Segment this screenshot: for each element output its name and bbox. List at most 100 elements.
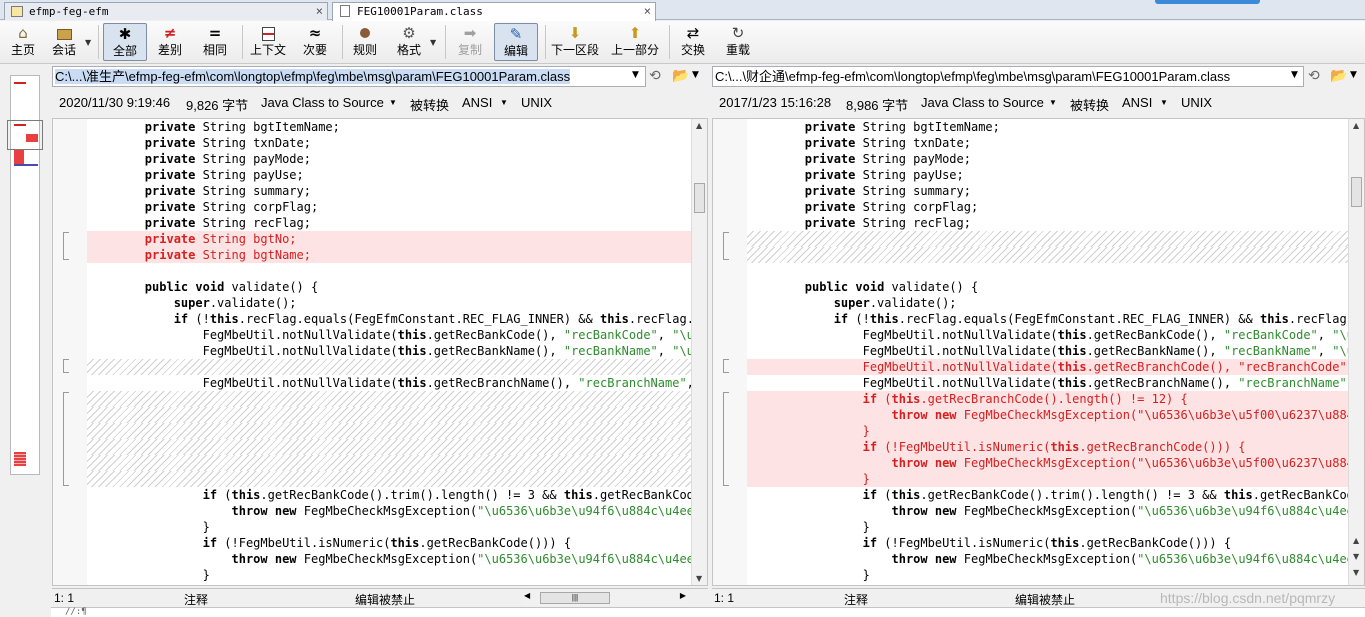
code-line-diff[interactable]: if (!FegMbeUtil.isNumeric(this.getRecBra… — [747, 439, 1348, 455]
left-code-area[interactable]: private String bgtItemName; private Stri… — [87, 119, 691, 585]
open-folder-icon[interactable]: 📂 — [1330, 68, 1347, 84]
scroll-left-icon[interactable]: ◀ — [524, 591, 530, 600]
scroll-down-icon[interactable]: ▼ — [1353, 568, 1359, 577]
code-line[interactable]: } — [87, 567, 691, 583]
code-line[interactable]: private String recFlag; — [747, 215, 1348, 231]
reload-button[interactable]: ↻ 重载 — [720, 23, 756, 61]
refresh-path-icon[interactable]: ⟲ — [649, 68, 661, 84]
code-line[interactable]: if (!FegMbeUtil.isNumeric(this.getRecBan… — [747, 535, 1348, 551]
code-line[interactable]: super.validate(); — [747, 295, 1348, 311]
code-line[interactable]: private String corpFlag; — [87, 199, 691, 215]
chevron-down-icon[interactable]: ▼ — [389, 98, 397, 107]
rules-button[interactable]: 规则 — [347, 23, 383, 61]
code-line-diff[interactable]: if (this.getRecBranchCode().length() != … — [747, 391, 1348, 407]
code-line[interactable]: private String payUse; — [747, 167, 1348, 183]
code-line[interactable]: private String summary; — [87, 183, 691, 199]
chevron-down-icon[interactable]: ▼ — [1160, 98, 1168, 107]
code-line[interactable]: super.validate(); — [87, 295, 691, 311]
left-vertical-scrollbar[interactable]: ▲ ▼ — [691, 119, 707, 585]
code-line-diff[interactable]: FegMbeUtil.notNullValidate(this.getRecBr… — [747, 359, 1348, 375]
right-encoding-select[interactable]: ANSI — [1122, 95, 1152, 110]
code-line[interactable]: private String bgtItemName; — [87, 119, 691, 135]
prev-part-button[interactable]: ⬆ 上一部分 — [609, 23, 661, 61]
scroll-up-icon[interactable]: ▲ — [1353, 121, 1359, 130]
code-line[interactable]: FegMbeUtil.notNullValidate(this.getRecBr… — [747, 375, 1348, 391]
tab-file-compare[interactable]: FEG10001Param.class × — [332, 2, 656, 21]
code-line-diff[interactable]: private String bgtNo; — [87, 231, 691, 247]
chevron-down-icon[interactable]: ▼ — [1049, 98, 1057, 107]
right-format-select[interactable]: Java Class to Source — [921, 95, 1044, 110]
show-diff-button[interactable]: ≠ 差别 — [152, 23, 188, 61]
code-line[interactable]: if (this.getRecBankCode().trim().length(… — [747, 487, 1348, 503]
chevron-down-icon[interactable]: ▼ — [430, 38, 436, 47]
left-code-pane[interactable]: private String bgtItemName; private Stri… — [52, 118, 708, 586]
overview-viewport[interactable] — [7, 120, 43, 150]
code-line[interactable]: FegMbeUtil.notNullValidate(this.getRecBa… — [747, 327, 1348, 343]
scroll-thumb[interactable] — [1351, 177, 1362, 207]
left-horizontal-scrollbar[interactable]: ◀ ||| ▶ — [522, 591, 688, 605]
left-format-select[interactable]: Java Class to Source — [261, 95, 384, 110]
show-all-button[interactable]: ✱ 全部 — [103, 23, 147, 61]
code-line-diff[interactable]: throw new FegMbeCheckMsgException("\u653… — [747, 455, 1348, 471]
code-line[interactable]: public void validate() { — [87, 279, 691, 295]
code-line[interactable]: FegMbeUtil.notNullValidate(this.getRecBa… — [87, 327, 691, 343]
code-line[interactable]: throw new FegMbeCheckMsgException("\u653… — [747, 503, 1349, 519]
scroll-thumb[interactable]: ||| — [540, 592, 610, 604]
left-eol[interactable]: UNIX — [521, 95, 552, 110]
close-icon[interactable]: × — [644, 4, 651, 18]
scroll-up-icon[interactable]: ▲ — [696, 121, 702, 130]
left-path-input[interactable]: C:\...\准生产\efmp-feg-efm\com\longtop\efmp… — [52, 66, 646, 87]
code-line[interactable]: if (this.getRecBankCode().trim().length(… — [87, 487, 691, 503]
code-line-diff[interactable]: } — [747, 423, 1348, 439]
tab-folder-compare[interactable]: efmp-feg-efm × — [4, 2, 328, 20]
edit-button[interactable]: ✎ 编辑 — [494, 23, 538, 61]
right-vertical-scrollbar[interactable]: ▲ ▲ ▼ ▼ — [1348, 119, 1364, 585]
code-line[interactable]: private String txnDate; — [87, 135, 691, 151]
code-line[interactable]: private String payMode; — [747, 151, 1348, 167]
copy-button[interactable]: ➡ 复制 — [452, 23, 488, 61]
code-line[interactable]: FegMbeUtil.notNullValidate(this.getRecBr… — [87, 375, 691, 391]
code-line-diff[interactable]: throw new FegMbeCheckMsgException("\u653… — [747, 407, 1348, 423]
code-line[interactable]: } — [87, 519, 691, 535]
right-eol[interactable]: UNIX — [1181, 95, 1212, 110]
home-button[interactable]: ⌂ 主页 — [6, 23, 40, 61]
code-line-diff[interactable]: private String bgtName; — [87, 247, 691, 263]
next-section-button[interactable]: ⬇ 下一区段 — [550, 23, 600, 61]
code-line[interactable]: private String corpFlag; — [747, 199, 1348, 215]
chevron-down-icon[interactable]: ▼ — [1291, 70, 1298, 80]
code-line[interactable]: throw new FegMbeCheckMsgException("\u653… — [87, 551, 692, 567]
session-button[interactable]: 会话 — [46, 23, 82, 61]
scroll-down-icon[interactable]: ▲ — [1353, 536, 1359, 545]
chevron-down-icon[interactable]: ▼ — [500, 98, 508, 107]
code-line[interactable]: if (!this.recFlag.equals(FegEfmConstant.… — [87, 311, 691, 327]
code-line[interactable]: FegMbeUtil.notNullValidate(this.getRecBa… — [87, 343, 691, 359]
code-line[interactable]: private String payUse; — [87, 167, 691, 183]
scroll-down-icon[interactable]: ▼ — [696, 574, 702, 583]
code-line[interactable]: private String summary; — [747, 183, 1348, 199]
left-encoding-select[interactable]: ANSI — [462, 95, 492, 110]
code-line[interactable]: } — [747, 567, 1348, 583]
code-line[interactable]: private String bgtItemName; — [747, 119, 1348, 135]
refresh-path-icon[interactable]: ⟲ — [1308, 68, 1320, 84]
chevron-down-icon[interactable]: ▼ — [85, 38, 91, 47]
code-line[interactable]: if (!this.recFlag.equals(FegEfmConstant.… — [747, 311, 1348, 327]
diff-overview[interactable] — [0, 65, 51, 617]
swap-button[interactable]: ⇄ 交换 — [676, 23, 710, 61]
chevron-down-icon[interactable]: ▼ — [692, 70, 699, 80]
code-line[interactable] — [747, 263, 1348, 279]
right-code-area[interactable]: private String bgtItemName; private Stri… — [747, 119, 1348, 585]
scroll-right-icon[interactable]: ▶ — [680, 591, 686, 600]
code-line[interactable]: private String payMode; — [87, 151, 691, 167]
minor-button[interactable]: ≈ 次要 — [297, 23, 333, 61]
chevron-down-icon[interactable]: ▼ — [632, 70, 639, 80]
show-same-button[interactable]: = 相同 — [197, 23, 233, 61]
code-line[interactable] — [87, 263, 691, 279]
right-path-input[interactable]: C:\...\财企通\efmp-feg-efm\com\longtop\efmp… — [712, 66, 1304, 87]
context-button[interactable]: 上下文 — [248, 23, 288, 61]
format-button[interactable]: ⚙ 格式 — [391, 23, 427, 61]
close-icon[interactable]: × — [316, 4, 323, 18]
code-line[interactable]: FegMbeUtil.notNullValidate(this.getRecBa… — [747, 343, 1348, 359]
right-code-pane[interactable]: private String bgtItemName; private Stri… — [712, 118, 1365, 586]
code-line[interactable]: throw new FegMbeCheckMsgException("\u653… — [747, 551, 1349, 567]
code-line[interactable]: } — [747, 519, 1348, 535]
